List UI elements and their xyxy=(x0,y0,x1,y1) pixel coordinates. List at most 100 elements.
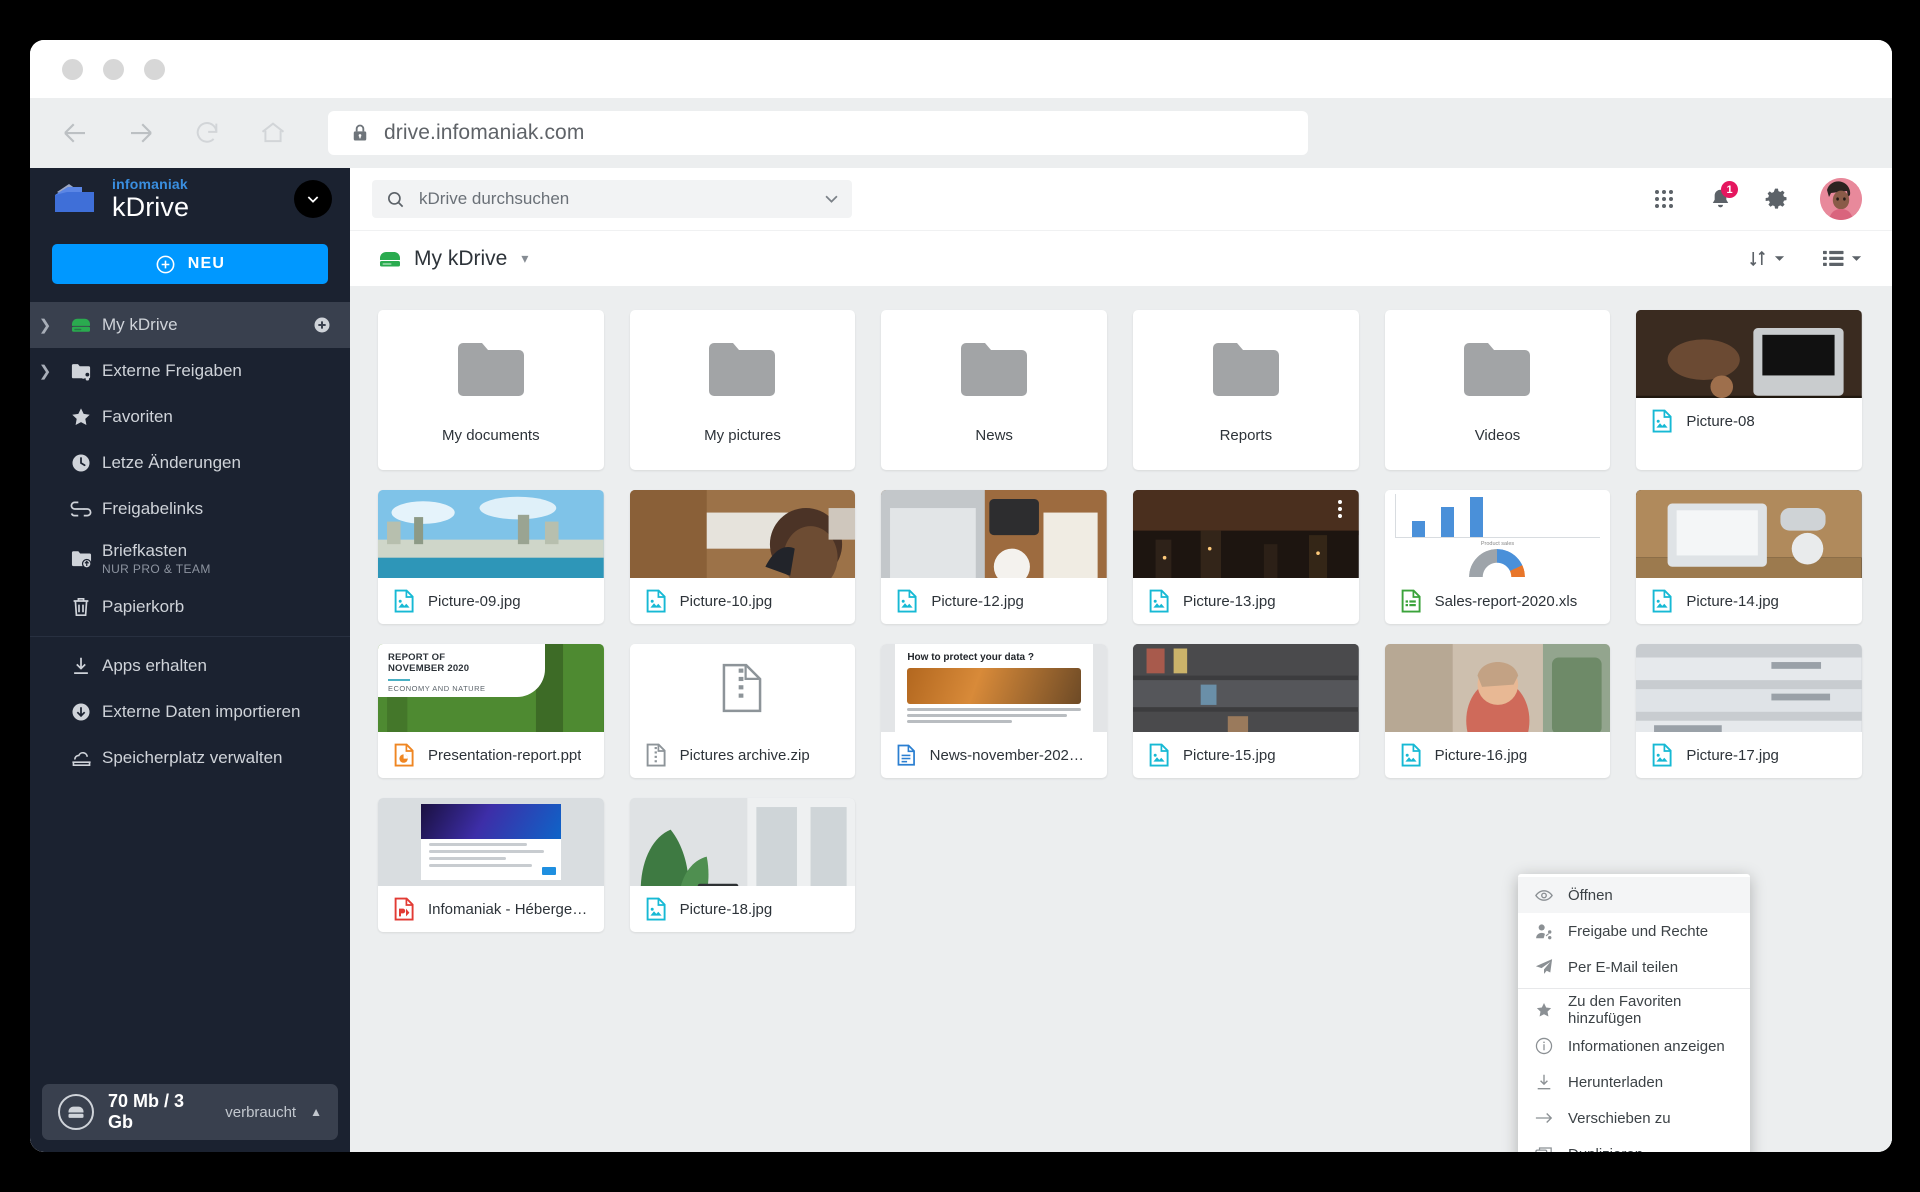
thumbnail-title: REPORT OF NOVEMBER 2020 xyxy=(388,652,470,674)
folder-card[interactable]: Reports xyxy=(1133,310,1359,470)
sidebar-item-speicherplatz-verwalten[interactable]: Speicherplatz verwalten xyxy=(30,735,350,781)
sidebar-item-label: Letze Änderungen xyxy=(102,453,241,472)
image-file-icon xyxy=(1401,743,1421,767)
sidebar-item-apps-erhalten[interactable]: Apps erhalten xyxy=(30,643,350,689)
plus-circle-icon xyxy=(156,255,175,273)
brand-header: infomaniak kDrive xyxy=(30,168,350,230)
view-mode-button[interactable] xyxy=(1823,249,1862,268)
image-file-icon xyxy=(897,589,917,613)
folder-card[interactable]: My pictures xyxy=(629,310,856,470)
context-menu-item-zu-den-favoriten-hinzufuegen[interactable]: Zu den Favoriten hinzufügen xyxy=(1518,992,1750,1028)
file-card[interactable]: Picture-09.jpg xyxy=(378,490,604,624)
chevron-right-icon[interactable]: ❯ xyxy=(30,362,60,380)
home-icon[interactable] xyxy=(250,110,296,156)
file-card[interactable]: Infomaniak - Héberge… xyxy=(378,798,604,932)
file-card[interactable]: Picture-18.jpg xyxy=(629,798,856,932)
file-name: My pictures xyxy=(704,427,781,444)
sidebar-item-briefkasten[interactable]: Briefkasten NUR PRO & TEAM xyxy=(30,532,350,584)
file-card[interactable]: Picture-08 xyxy=(1636,310,1862,470)
context-menu-item-label: Öffnen xyxy=(1568,886,1613,904)
search-input[interactable]: kDrive durchsuchen xyxy=(372,180,852,218)
context-menu-item-freigabe-und-rechte[interactable]: Freigabe und Rechte xyxy=(1518,913,1750,949)
window-minimize-button[interactable] xyxy=(103,58,124,80)
file-name: Picture-16.jpg xyxy=(1434,746,1528,764)
notifications-button[interactable]: 1 xyxy=(1700,179,1740,219)
chevron-right-icon[interactable]: ❯ xyxy=(30,316,60,334)
file-thumbnail xyxy=(881,490,1107,578)
context-menu-item-label: Zu den Favoriten hinzufügen xyxy=(1568,993,1682,1027)
context-menu-item-informationen-anzeigen[interactable]: Informationen anzeigen xyxy=(1518,1028,1750,1064)
context-menu-item-duplizieren[interactable]: Duplizieren xyxy=(1518,1136,1750,1152)
context-menu-item-label: Freigabe und Rechte xyxy=(1568,922,1709,940)
file-card[interactable]: Pictures archive.zip xyxy=(629,644,856,778)
chevron-down-icon xyxy=(307,196,319,203)
file-name: Picture-18.jpg xyxy=(679,900,773,918)
apps-grid-button[interactable] xyxy=(1644,179,1684,219)
sidebar-item-externe-freigaben[interactable]: ❯ Externe Freigaben xyxy=(30,348,350,394)
context-menu-item-per-email-teilen[interactable]: Per E-Mail teilen xyxy=(1518,949,1750,985)
new-button[interactable]: NEU xyxy=(52,244,328,284)
chevron-down-icon[interactable] xyxy=(825,193,838,206)
context-menu-item-verschieben-zu[interactable]: Verschieben zu xyxy=(1518,1100,1750,1136)
folder-card[interactable]: Videos xyxy=(1384,310,1611,470)
window-close-button[interactable] xyxy=(62,58,83,80)
chevron-up-icon[interactable]: ▲ xyxy=(310,1105,322,1119)
file-thumbnail xyxy=(378,798,604,886)
chevron-down-icon xyxy=(1851,256,1862,261)
sidebar-item-freigabelinks[interactable]: Freigabelinks xyxy=(30,486,350,532)
file-name: Presentation-report.ppt xyxy=(428,746,582,764)
file-more-options-button[interactable] xyxy=(1327,494,1353,524)
storage-usage-bar[interactable]: 70 Mb / 3 Gb verbraucht ▲ xyxy=(42,1084,338,1140)
new-button-label: NEU xyxy=(187,255,226,272)
back-icon[interactable] xyxy=(52,110,98,156)
sidebar-item-letze-anderungen[interactable]: Letze Änderungen xyxy=(30,440,350,486)
context-menu-item-oeffnen[interactable]: Öffnen xyxy=(1518,877,1750,913)
share-user-icon xyxy=(1534,923,1553,940)
add-to-drive-button[interactable] xyxy=(312,315,332,335)
sidebar-item-my-kdrive[interactable]: ❯ My kDrive xyxy=(30,302,350,348)
window-maximize-button[interactable] xyxy=(144,58,165,80)
context-menu-item-label: Informationen anzeigen xyxy=(1568,1037,1725,1055)
file-name: News-november-2020.doc xyxy=(929,746,1091,764)
file-thumbnail xyxy=(1133,490,1359,578)
address-text: drive.infomaniak.com xyxy=(384,121,585,144)
breadcrumb-current[interactable]: My kDrive xyxy=(414,247,507,271)
file-label: Picture-16.jpg xyxy=(1385,732,1611,778)
file-card[interactable]: Picture-10.jpg xyxy=(629,490,856,624)
file-card[interactable]: REPORT OF NOVEMBER 2020 ECONOMY AND NATUR… xyxy=(378,644,604,778)
folder-card[interactable]: My documents xyxy=(378,310,604,470)
context-menu-divider xyxy=(1518,988,1750,989)
address-bar[interactable]: drive.infomaniak.com xyxy=(328,111,1308,155)
avatar[interactable] xyxy=(1820,178,1862,220)
context-menu-item-herunterladen[interactable]: Herunterladen xyxy=(1518,1064,1750,1100)
image-file-icon xyxy=(1652,409,1672,433)
sort-button[interactable] xyxy=(1748,249,1785,268)
file-card[interactable]: Picture-12.jpg xyxy=(881,490,1107,624)
sidebar-item-label: Freigabelinks xyxy=(102,499,204,518)
chevron-down-icon[interactable]: ▾ xyxy=(521,250,528,267)
file-card[interactable]: Product sales Sales-report-2020.xls xyxy=(1384,490,1611,624)
brand-dropdown-button[interactable] xyxy=(294,180,332,218)
file-card[interactable]: Picture-14.jpg xyxy=(1636,490,1862,624)
file-thumbnail xyxy=(629,644,856,732)
main-area: kDrive durchsuchen 1 My kDrive ▾ My docu… xyxy=(350,168,1892,1152)
settings-button[interactable] xyxy=(1756,179,1796,219)
file-card[interactable]: How to protect your data ? News-november… xyxy=(881,644,1107,778)
file-card[interactable]: Picture-17.jpg xyxy=(1636,644,1862,778)
file-card[interactable]: Picture-15.jpg xyxy=(1133,644,1359,778)
file-context-menu: Öffnen Freigabe und Rechte Per E-Mail te… xyxy=(1518,874,1750,1152)
folder-icon xyxy=(457,342,524,401)
sidebar-item-label: Briefkasten xyxy=(102,540,188,560)
sidebar-item-externe-daten-importieren[interactable]: Externe Daten importieren xyxy=(30,689,350,735)
thumbnail-newsletter: How to protect your data ? xyxy=(895,644,1093,732)
sidebar-item-favoriten[interactable]: Favoriten xyxy=(30,394,350,440)
sidebar-item-label: My kDrive xyxy=(102,315,178,334)
folder-icon xyxy=(1212,342,1279,401)
forward-icon[interactable] xyxy=(118,110,164,156)
folder-card[interactable]: News xyxy=(881,310,1107,470)
reload-icon[interactable] xyxy=(184,110,230,156)
file-thumbnail: Product sales xyxy=(1384,490,1611,578)
file-card-selected[interactable]: Picture-13.jpg xyxy=(1133,490,1359,624)
file-card[interactable]: Picture-16.jpg xyxy=(1384,644,1611,778)
sidebar-item-papierkorb[interactable]: Papierkorb xyxy=(30,584,350,630)
